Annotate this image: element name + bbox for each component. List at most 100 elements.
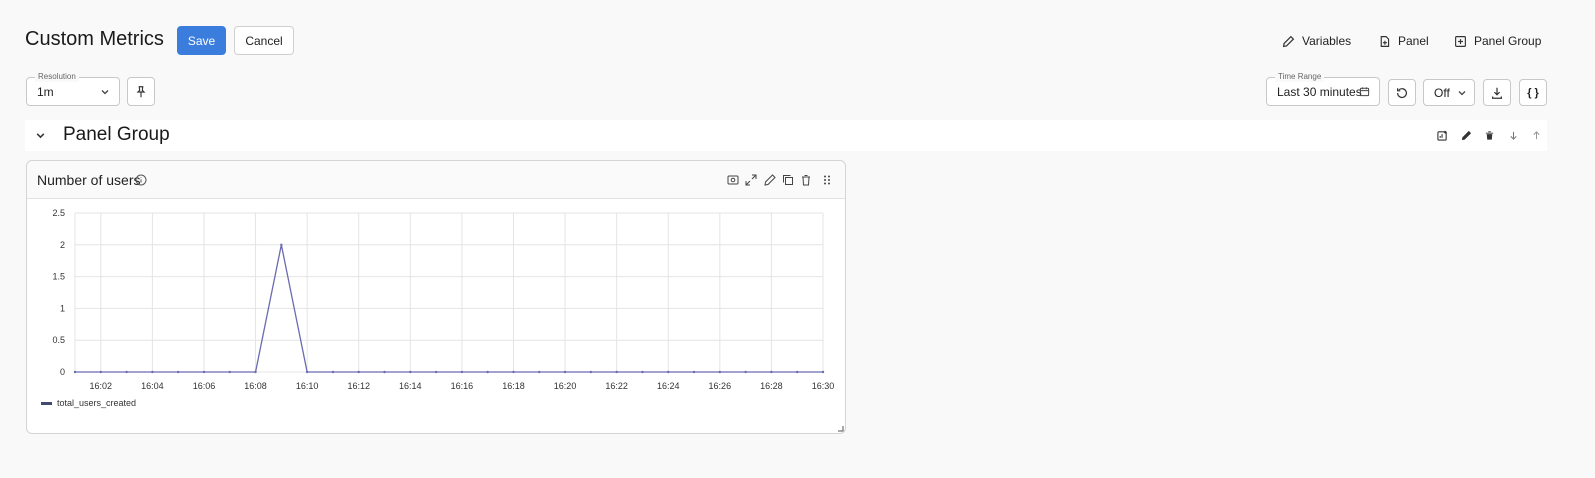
save-button[interactable]: Save: [177, 26, 226, 55]
y-tick-label: 0.5: [52, 335, 65, 345]
x-tick-label: 16:10: [296, 381, 319, 391]
y-tick-label: 2.5: [52, 208, 65, 218]
data-point: [202, 370, 206, 374]
x-tick-label: 16:22: [605, 381, 628, 391]
panel-group-header: [25, 120, 1547, 151]
add-group-icon: [1455, 35, 1466, 47]
data-point: [538, 370, 541, 374]
pencil-icon: [1282, 35, 1295, 47]
view-panel-button[interactable]: [726, 173, 740, 187]
auto-refresh-value: Off: [1434, 85, 1450, 100]
panel-group-label: Panel Group: [1474, 34, 1542, 48]
data-point: [770, 370, 773, 374]
expand-icon: [745, 174, 757, 186]
resolution-value: 1m: [37, 84, 54, 99]
data-point: [151, 370, 154, 374]
y-tick-label: 2: [60, 240, 65, 250]
drag-handle[interactable]: [820, 173, 834, 187]
pin-button[interactable]: [127, 77, 155, 106]
json-editor-button[interactable]: { }: [1519, 79, 1547, 106]
resolution-label: Resolution: [35, 72, 79, 82]
y-tick-label: 1.5: [52, 272, 65, 282]
data-point: [744, 370, 747, 374]
x-tick-label: 16:06: [193, 381, 216, 391]
data-point: [331, 370, 335, 374]
collapse-group-button[interactable]: [33, 128, 47, 142]
panel-header: [27, 161, 845, 199]
data-point: [409, 370, 412, 374]
data-point: [73, 370, 77, 374]
variables-label: Variables: [1302, 34, 1352, 48]
resize-handle-icon[interactable]: [838, 426, 844, 432]
data-point: [641, 370, 644, 374]
pencil-icon: [764, 174, 776, 186]
data-point: [357, 370, 360, 374]
data-point: [796, 370, 799, 374]
add-panel-icon: [1380, 35, 1390, 47]
data-point: [667, 370, 670, 374]
fullscreen-button[interactable]: [744, 173, 758, 187]
chevron-down-icon: [1458, 90, 1466, 95]
pencil-icon: [1461, 130, 1471, 140]
x-tick-label: 16:16: [451, 381, 474, 391]
panel-group-title: Panel Group: [63, 124, 170, 145]
legend-label: total_users_created: [57, 398, 137, 408]
trash-icon: [1485, 130, 1493, 140]
time-range-label: Time Range: [1275, 72, 1325, 82]
delete-group-button[interactable]: [1482, 128, 1496, 142]
data-point: [615, 370, 618, 374]
legend-swatch: [41, 401, 52, 405]
move-group-up-button[interactable]: [1529, 128, 1543, 142]
data-point: [512, 370, 515, 374]
edit-group-button[interactable]: [1459, 128, 1473, 142]
data-point: [176, 370, 180, 374]
cancel-button[interactable]: Cancel: [234, 26, 294, 55]
drag-handle-icon: [824, 175, 830, 185]
y-tick-label: 0: [60, 367, 65, 377]
refresh-button[interactable]: [1388, 79, 1416, 106]
x-tick-label: 16:04: [141, 381, 164, 391]
duplicate-panel-button[interactable]: [781, 173, 795, 187]
info-icon[interactable]: [135, 174, 147, 186]
add-panel-group-button[interactable]: Panel Group: [1454, 31, 1541, 51]
data-point: [821, 370, 825, 374]
auto-refresh-select[interactable]: Off: [1423, 79, 1475, 106]
x-tick-label: 16:24: [657, 381, 680, 391]
download-button[interactable]: [1483, 79, 1511, 106]
add-chart-icon: [1436, 130, 1447, 141]
data-point: [125, 370, 128, 374]
data-point: [99, 370, 102, 374]
move-group-down-button[interactable]: [1506, 128, 1520, 142]
x-tick-label: 16:12: [347, 381, 370, 391]
delete-panel-button[interactable]: [799, 173, 813, 187]
arrow-up-icon: [1532, 130, 1540, 139]
chart-legend[interactable]: total_users_created: [41, 398, 136, 408]
data-point: [305, 370, 309, 374]
eye-icon: [727, 175, 739, 185]
data-point: [280, 243, 283, 246]
data-point: [383, 370, 386, 374]
add-panel-button[interactable]: Panel: [1378, 31, 1429, 51]
data-point: [718, 370, 722, 374]
x-tick-label: 16:26: [709, 381, 732, 391]
x-tick-label: 16:28: [760, 381, 783, 391]
data-point: [486, 370, 489, 374]
x-tick-label: 16:14: [399, 381, 422, 391]
variables-button[interactable]: Variables: [1282, 31, 1351, 51]
data-point: [589, 370, 593, 374]
edit-panel-button[interactable]: [763, 173, 777, 187]
time-range-select[interactable]: Time Range Last 30 minutes: [1266, 72, 1380, 106]
arrow-down-icon: [1509, 131, 1517, 140]
panel-label: Panel: [1398, 34, 1429, 48]
resolution-select[interactable]: Resolution 1m: [26, 72, 120, 106]
y-tick-label: 1: [60, 303, 65, 313]
trash-icon: [802, 175, 810, 186]
x-tick-label: 16:02: [90, 381, 113, 391]
chevron-down-icon: [36, 132, 44, 138]
refresh-icon: [1397, 87, 1407, 98]
add-panel-to-group-button[interactable]: [1435, 128, 1449, 142]
chart-panel: Number of users 2.5 2 1.5 1 0.5 0 16:02 16:04 16…: [26, 160, 846, 434]
data-point: [460, 370, 464, 374]
data-point: [228, 370, 231, 374]
panel-title: Number of users: [37, 172, 141, 188]
